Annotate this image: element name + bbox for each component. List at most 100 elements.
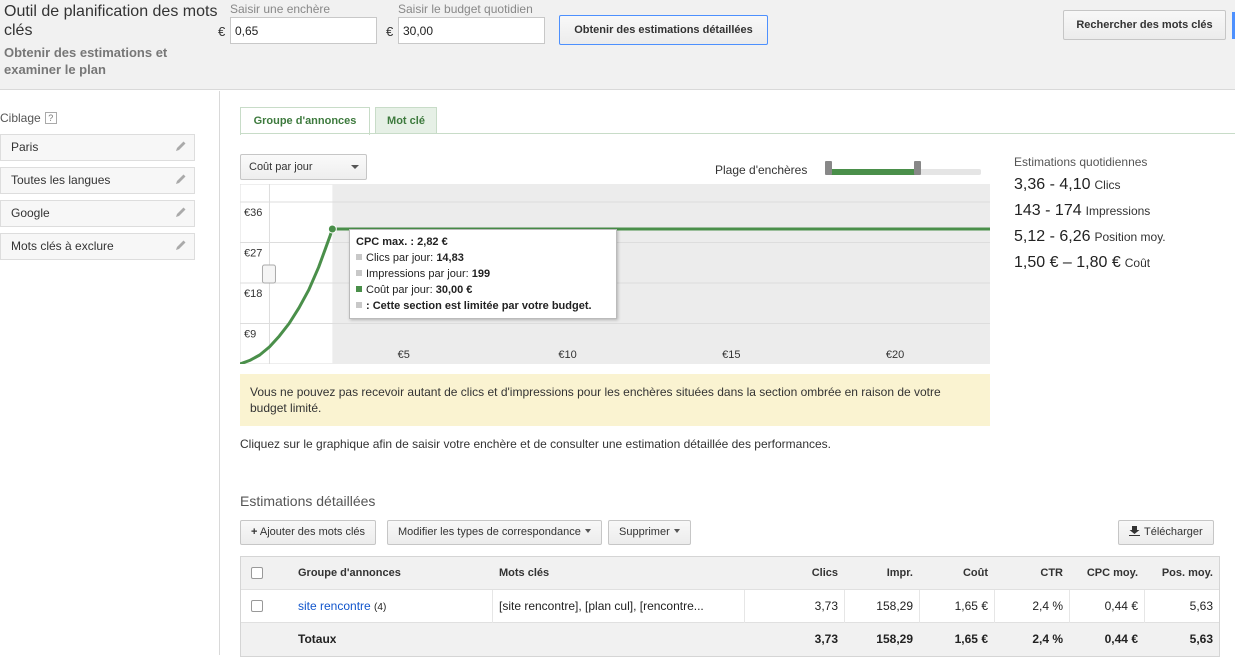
keywords-cell: [site rencontre], [plan cul], [rencontre… bbox=[492, 590, 744, 623]
tab-ad-group[interactable]: Groupe d'annonces bbox=[240, 107, 370, 135]
add-keywords-button[interactable]: + Ajouter des mots clés bbox=[240, 520, 377, 545]
y-tick-label: €36 bbox=[244, 207, 262, 219]
x-tick-label: €10 bbox=[558, 349, 576, 361]
budget-input[interactable] bbox=[398, 17, 545, 44]
col-header-ctr[interactable]: CTR bbox=[994, 557, 1063, 590]
avg-position-cell: 5,63 bbox=[1144, 590, 1219, 623]
tooltip-cpc: CPC max. : 2,82 € bbox=[356, 234, 610, 250]
chevron-down-icon bbox=[673, 529, 680, 533]
bid-range-label: Plage d'enchères bbox=[715, 163, 808, 177]
row-checkbox[interactable] bbox=[251, 600, 263, 612]
legend-swatch bbox=[356, 270, 362, 276]
tooltip-cost-label: Coût par jour: bbox=[366, 284, 433, 296]
metric-select-value: Coût par jour bbox=[249, 161, 313, 173]
tooltip-clicks: Clics par jour: 14,83 bbox=[356, 250, 610, 266]
add-keywords-label: Ajouter des mots clés bbox=[259, 526, 366, 538]
col-header-clicks[interactable]: Clics bbox=[744, 557, 838, 590]
avg-cpc-cell: 0,44 € bbox=[1069, 590, 1144, 623]
totals-avg-cpc: 0,44 € bbox=[1104, 632, 1138, 646]
y-tick-label: €27 bbox=[244, 248, 262, 260]
table-header-row: Groupe d'annonces Mots clés Clics Impr. … bbox=[241, 557, 1219, 590]
selected-point bbox=[327, 224, 337, 234]
col-header-keywords[interactable]: Mots clés bbox=[499, 557, 549, 590]
estimate-label: Position moy. bbox=[1094, 230, 1166, 244]
pencil-icon[interactable] bbox=[175, 239, 187, 251]
col-header-cost[interactable]: Coût bbox=[919, 557, 988, 590]
bid-label: Saisir une enchère bbox=[230, 2, 331, 16]
tab-keyword[interactable]: Mot clé bbox=[375, 107, 437, 134]
estimate-value: 5,12 - 6,26 bbox=[1014, 228, 1091, 245]
tooltip-cpc-value: 2,82 € bbox=[417, 236, 448, 248]
match-types-button[interactable]: Modifier les types de correspondance bbox=[387, 520, 602, 545]
bid-currency: € bbox=[218, 24, 226, 39]
estimate-cost: 1,50 € – 1,80 € Coût bbox=[1014, 254, 1150, 272]
y-tick-label: €18 bbox=[244, 288, 262, 300]
targeting-label: Ciblage bbox=[0, 111, 41, 125]
clicks-cell: 3,73 bbox=[744, 590, 844, 623]
budget-label: Saisir le budget quotidien bbox=[398, 2, 533, 16]
pencil-icon[interactable] bbox=[175, 206, 187, 218]
targeting-heading: Ciblage? bbox=[0, 111, 57, 125]
estimate-position: 5,12 - 6,26 Position moy. bbox=[1014, 228, 1166, 246]
col-header-ad-group[interactable]: Groupe d'annonces bbox=[298, 557, 401, 590]
totals-cost: 1,65 € bbox=[954, 632, 988, 646]
page-subtitle: Obtenir des estimations et examiner le p… bbox=[4, 45, 168, 77]
vertical-bid-handle bbox=[261, 264, 276, 284]
estimate-label: Clics bbox=[1094, 178, 1121, 192]
table-row: site rencontre (4) [site rencontre], [pl… bbox=[241, 590, 1219, 623]
download-label: Télécharger bbox=[1144, 526, 1203, 538]
tooltip-impr-label: Impressions par jour: bbox=[366, 268, 469, 280]
pencil-icon[interactable] bbox=[175, 140, 187, 152]
sidebar-item-language[interactable]: Toutes les langues bbox=[0, 167, 195, 194]
detailed-estimates-title: Estimations détaillées bbox=[240, 493, 376, 509]
tooltip-clicks-value: 14,83 bbox=[436, 252, 464, 264]
col-header-impressions[interactable]: Impr. bbox=[844, 557, 913, 590]
plus-icon: + bbox=[251, 526, 258, 538]
download-button[interactable]: Télécharger bbox=[1118, 520, 1214, 545]
bid-range-low-handle[interactable] bbox=[825, 161, 833, 175]
legend-swatch bbox=[356, 302, 362, 308]
estimate-value: 143 - 174 bbox=[1014, 202, 1082, 219]
bid-input[interactable] bbox=[230, 17, 377, 44]
estimate-clicks: 3,36 - 4,10 Clics bbox=[1014, 176, 1121, 194]
totals-label: Totaux bbox=[298, 632, 337, 646]
col-header-avg-cpc[interactable]: CPC moy. bbox=[1069, 557, 1138, 590]
sidebar-item-label: Google bbox=[11, 206, 50, 220]
match-types-label: Modifier les types de correspondance bbox=[398, 526, 581, 538]
impressions-cell: 158,29 bbox=[844, 590, 919, 623]
budget-warning: Vous ne pouvez pas recevoir autant de cl… bbox=[240, 374, 990, 426]
estimate-label: Impressions bbox=[1085, 204, 1151, 218]
sidebar-item-location[interactable]: Paris bbox=[0, 134, 195, 161]
delete-button[interactable]: Supprimer bbox=[608, 520, 691, 545]
select-all-checkbox[interactable] bbox=[251, 567, 263, 579]
estimate-value: 3,36 - 4,10 bbox=[1014, 176, 1091, 193]
tooltip-impr-value: 199 bbox=[471, 268, 491, 280]
cost-cell: 1,65 € bbox=[919, 590, 994, 623]
totals-ctr: 2,4 % bbox=[1032, 632, 1063, 646]
totals-clicks: 3,73 bbox=[814, 632, 838, 646]
pencil-icon[interactable] bbox=[175, 173, 187, 185]
totals-impressions: 158,29 bbox=[876, 632, 913, 646]
bid-range-high-handle[interactable] bbox=[914, 161, 922, 175]
ad-group-link[interactable]: site rencontre bbox=[298, 599, 371, 613]
get-estimates-button[interactable]: Obtenir des estimations détaillées bbox=[559, 15, 768, 45]
metric-select[interactable]: Coût par jour bbox=[240, 154, 367, 180]
sidebar-item-network[interactable]: Google bbox=[0, 200, 195, 227]
tooltip-budget-note-text: : Cette section est limitée par votre bu… bbox=[366, 300, 592, 312]
y-tick-label: €9 bbox=[244, 329, 256, 341]
x-tick-label: €5 bbox=[398, 349, 410, 361]
bid-range-fill bbox=[829, 169, 918, 175]
chart-hint: Cliquez sur le graphique afin de saisir … bbox=[240, 437, 831, 451]
help-icon[interactable]: ? bbox=[44, 112, 57, 124]
chevron-down-icon bbox=[584, 529, 591, 533]
tab-divider bbox=[240, 133, 1235, 134]
targeting-sidebar: Ciblage? Paris Toutes les langues Google… bbox=[0, 91, 220, 655]
col-header-avg-position[interactable]: Pos. moy. bbox=[1144, 557, 1213, 590]
x-tick-label: €20 bbox=[886, 349, 904, 361]
estimates-table: Groupe d'annonces Mots clés Clics Impr. … bbox=[240, 556, 1220, 657]
search-keywords-button[interactable]: Rechercher des mots clés bbox=[1063, 10, 1226, 40]
tooltip-cost-value: 30,00 € bbox=[435, 284, 473, 296]
sidebar-item-negative-keywords[interactable]: Mots clés à exclure bbox=[0, 233, 195, 260]
estimate-impressions: 143 - 174 Impressions bbox=[1014, 202, 1150, 220]
top-bar: Outil de planification des mots clés Obt… bbox=[0, 0, 1235, 90]
